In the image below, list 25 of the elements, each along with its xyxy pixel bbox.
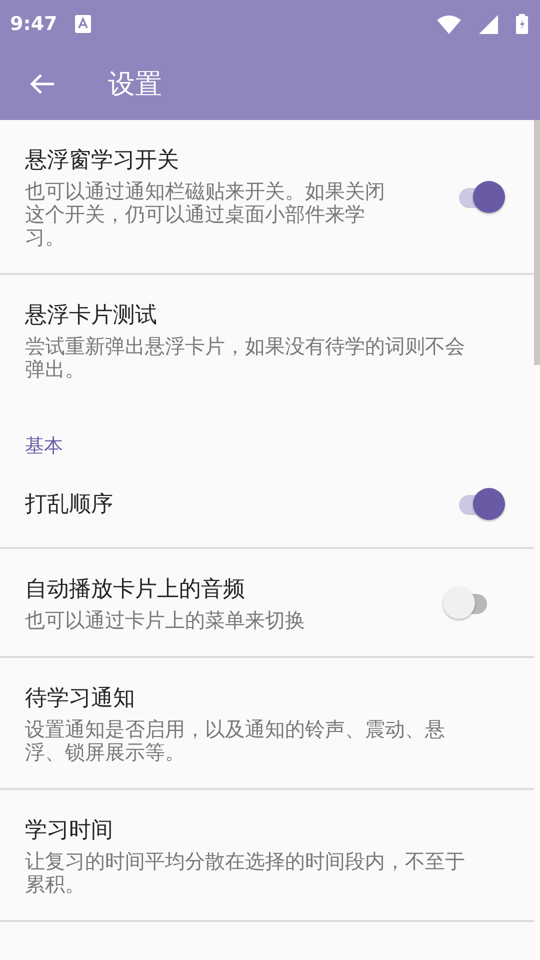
category-header: 基本 xyxy=(24,434,64,459)
setting-summary: 也可以通过通知栏磁贴来开关。如果关闭这个开关，仍可以通过桌面小部件来学习。 xyxy=(25,180,385,249)
settings-row[interactable]: 待学习通知 设置通知是否启用，以及通知的铃声、震动、悬浮、锁屏展示等。 xyxy=(0,658,534,790)
status-time: 9:47 xyxy=(10,13,58,35)
notification-icon xyxy=(75,15,92,33)
signal-icon xyxy=(479,14,498,34)
setting-summary: 让复习的时间平均分散在选择的时间段内，不至于累积。 xyxy=(25,850,466,896)
setting-summary: 尝试重新弹出悬浮卡片，如果没有待学的词则不会弹出。 xyxy=(25,335,466,381)
setting-title: 待学习通知 xyxy=(25,685,136,713)
settings-row[interactable]: 学习时间 让复习的时间平均分散在选择的时间段内，不至于累积。 xyxy=(0,790,534,922)
setting-title: 打乱顺序 xyxy=(25,491,114,519)
settings-row[interactable]: 打乱顺序 xyxy=(0,461,534,549)
settings-row[interactable]: 悬浮卡片测试 尝试重新弹出悬浮卡片，如果没有待学的词则不会弹出。 xyxy=(0,275,534,405)
settings-row[interactable]: 悬浮窗学习开关 也可以通过通知栏磁贴来开关。如果关闭这个开关，仍可以通过桌面小部件来学习。 xyxy=(0,120,534,275)
wifi-icon xyxy=(437,14,461,34)
screen-title: 设置 xyxy=(108,68,162,102)
setting-title: 悬浮窗学习开关 xyxy=(25,147,180,175)
setting-title: 悬浮卡片测试 xyxy=(25,302,158,330)
setting-summary: 也可以通过卡片上的菜单来切换 xyxy=(25,609,306,632)
setting-title: 学习时间 xyxy=(25,817,114,845)
setting-summary: 设置通知是否启用，以及通知的铃声、震动、悬浮、锁屏展示等。 xyxy=(25,718,446,764)
setting-title: 自动播放卡片上的音频 xyxy=(25,576,246,604)
battery-icon xyxy=(516,14,528,34)
back-arrow-icon xyxy=(29,73,55,95)
settings-row[interactable]: 自动播放卡片上的音频 也可以通过卡片上的菜单来切换 xyxy=(0,549,534,658)
